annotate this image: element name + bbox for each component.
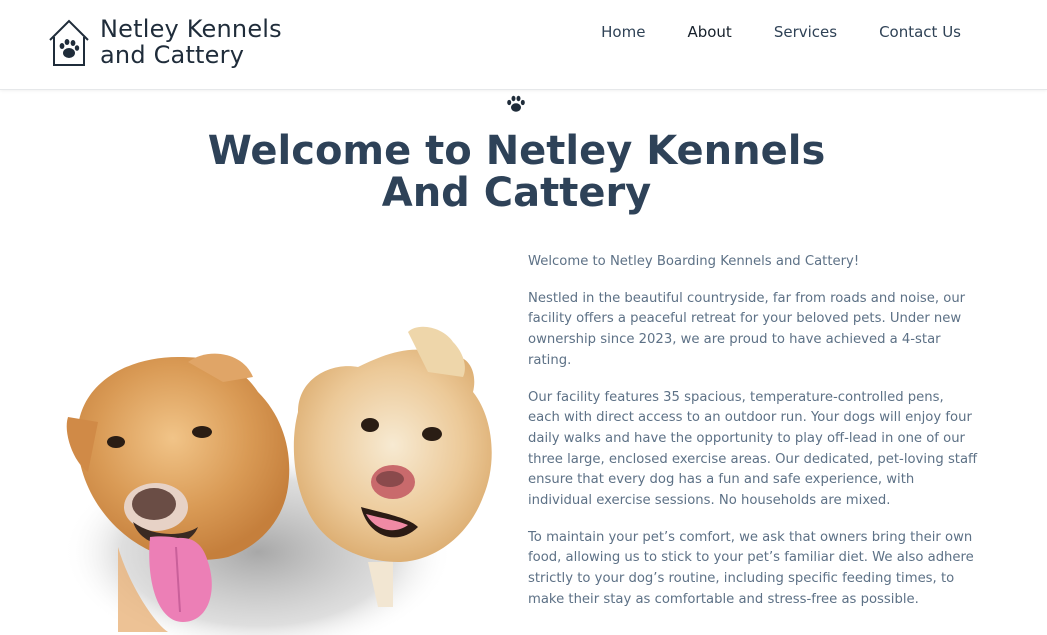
brand-line-1: Netley Kennels xyxy=(100,15,282,43)
main-nav: Home About Services Contact Us xyxy=(559,22,961,42)
page-title: Welcome to Netley Kennels And Cattery xyxy=(0,130,1033,214)
intro-paragraph: Nestled in the beautiful countryside, fa… xyxy=(528,290,966,368)
intro-content: Welcome to Netley Boarding Kennels and C… xyxy=(528,252,978,627)
brand-line-2: and Cattery xyxy=(100,41,245,69)
logo-link[interactable]: Netley Kennels and Cattery xyxy=(48,16,282,70)
intro-paragraph: Our facility features 35 spacious, tempe… xyxy=(528,389,978,509)
nav-about[interactable]: About xyxy=(687,22,731,42)
paw-icon xyxy=(507,95,525,112)
title-line-1: Welcome to Netley Kennels xyxy=(207,128,826,174)
nav-contact-us[interactable]: Contact Us xyxy=(879,22,961,42)
intro-paragraph: Welcome to Netley Boarding Kennels and C… xyxy=(528,254,860,269)
title-line-2: And Cattery xyxy=(381,170,652,216)
site-header: Netley Kennels and Cattery Home About Se… xyxy=(0,0,1047,90)
brand-name: Netley Kennels and Cattery xyxy=(100,16,282,68)
intro-paragraph: To maintain your pet’s comfort, we ask t… xyxy=(528,529,974,607)
nav-services[interactable]: Services xyxy=(774,22,837,42)
dogs-photo xyxy=(63,326,492,635)
house-paw-icon xyxy=(49,19,89,66)
nav-home[interactable]: Home xyxy=(601,22,645,42)
